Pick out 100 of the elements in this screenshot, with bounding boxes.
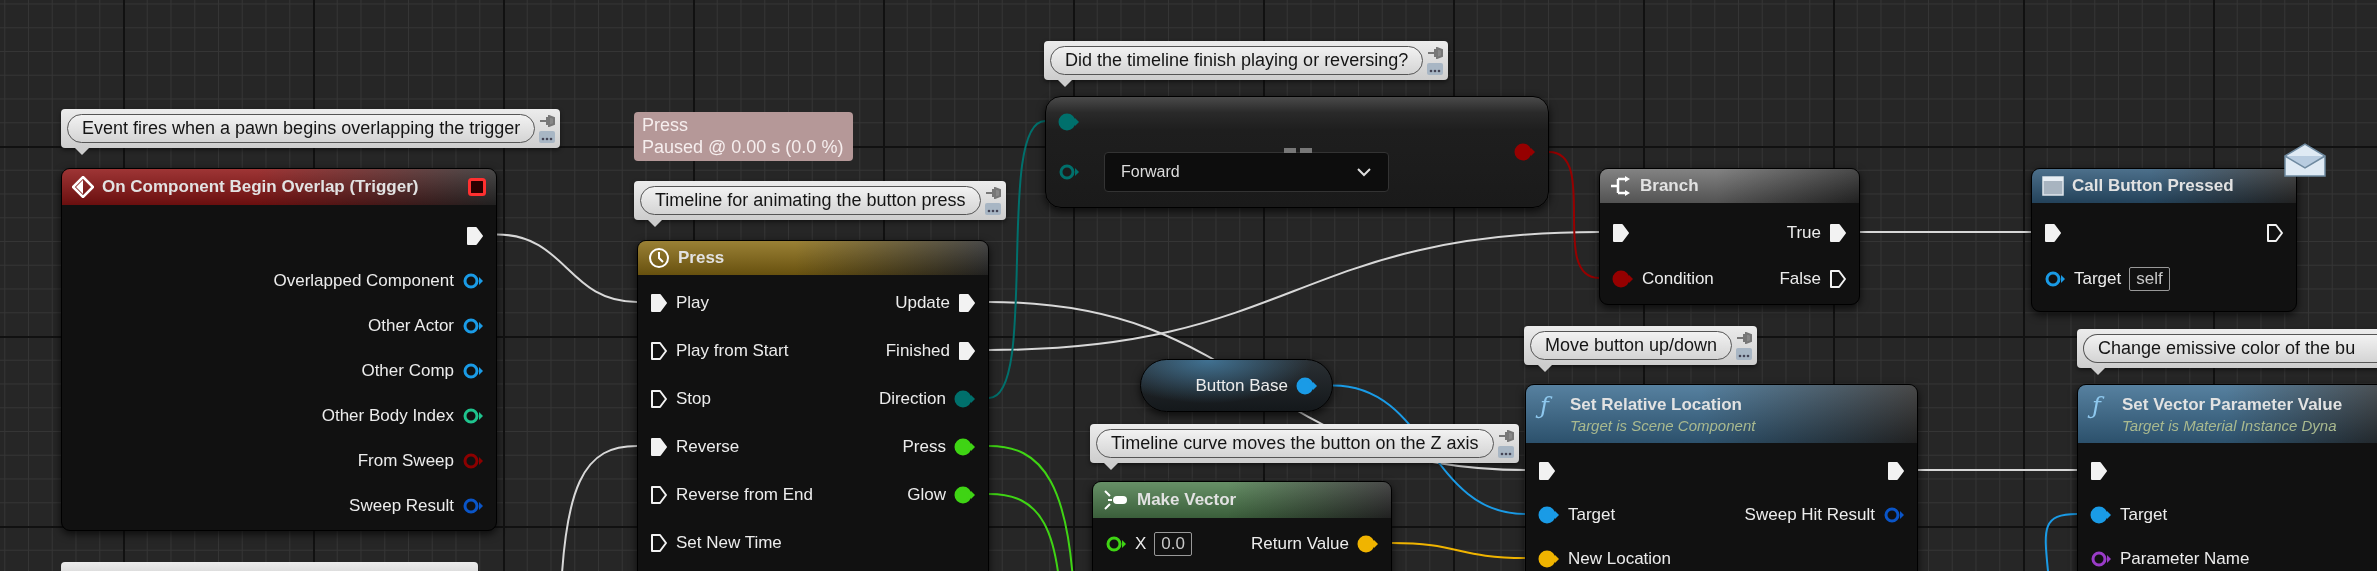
pin-label: Set New Time: [676, 533, 782, 553]
data-pin[interactable]: [462, 406, 484, 425]
exec-pin[interactable]: [2266, 223, 2284, 243]
make-node[interactable]: Make Vector X 0.0 Return Value: [1092, 481, 1392, 571]
event-node[interactable]: On Component Begin Overlap (Trigger) Overlapped Component Other Actor Other Comp Other Body Index From Sweep Sweep Result: [61, 168, 497, 531]
data-pin[interactable]: [954, 438, 976, 456]
function-node[interactable]: ƒ Set Relative Location Target is Scene Component Target New Location Sweep Hit Result: [1525, 384, 1918, 571]
exec-pin[interactable]: [958, 293, 976, 313]
node-title: Branch: [1640, 176, 1699, 196]
pin-label: Return Value: [1251, 534, 1349, 554]
debug-status: Paused @ 0.00 s (0.0 %): [642, 136, 844, 159]
data-pin[interactable]: [462, 316, 484, 335]
pin-label: Other Body Index: [321, 405, 454, 426]
exec-pin[interactable]: [650, 533, 668, 553]
value-field[interactable]: self: [2129, 267, 2170, 291]
more-icon[interactable]: [539, 130, 556, 143]
delegate-icon[interactable]: [468, 178, 486, 196]
exec-pin[interactable]: [2044, 223, 2062, 243]
pin-label: Stop: [676, 389, 711, 409]
data-pin[interactable]: [462, 361, 484, 380]
data-pin[interactable]: [462, 271, 484, 290]
comment-text: Timeline for animating the button press: [640, 186, 981, 215]
exec-pin[interactable]: [650, 437, 668, 457]
pin-icon[interactable]: [539, 114, 556, 127]
exec-pin[interactable]: [650, 293, 668, 313]
pin-label: New Location: [1568, 549, 1671, 569]
exec-pin[interactable]: [1829, 223, 1847, 243]
chevron-icon: [1356, 167, 1372, 177]
exec-pin[interactable]: [1612, 223, 1630, 243]
equals-icon: [1284, 147, 1312, 155]
comment-text: Did the timeline finish playing or reversing?: [1050, 46, 1424, 75]
pin-icon[interactable]: [1497, 429, 1514, 442]
exec-pin[interactable]: [2090, 461, 2108, 481]
node-title: Make Vector: [1137, 490, 1237, 510]
pin-icon[interactable]: [1736, 331, 1753, 344]
pin-label: Condition: [1642, 269, 1714, 289]
data-pin[interactable]: [2044, 270, 2066, 288]
node-title: Call Button Pressed: [2072, 176, 2234, 196]
node-subtitle: Target is Material Instance Dyna: [2122, 416, 2337, 434]
node-title: Set Relative Location: [1570, 394, 1742, 415]
node-title: Press: [678, 248, 725, 268]
pin-label: From Sweep: [357, 450, 454, 471]
node-subtitle: Target is Scene Component: [1570, 416, 1756, 434]
pin-label: Direction: [878, 389, 946, 409]
exec-pin[interactable]: [650, 485, 668, 505]
branch-node[interactable]: Branch Condition True False: [1599, 168, 1860, 305]
value-field[interactable]: 0.0: [1154, 532, 1192, 556]
comment-text: Timeline curve moves the button on the Z axis: [1096, 429, 1494, 458]
pin-label: Target: [2120, 505, 2168, 525]
exec-pin[interactable]: [1538, 461, 1556, 481]
pin-label: Glow: [907, 485, 946, 505]
message-node[interactable]: Call Button Pressed Target self: [2031, 168, 2297, 312]
pin-icon[interactable]: [1427, 46, 1444, 59]
make-icon: [1103, 489, 1129, 511]
envelope-icon: [2283, 142, 2327, 178]
pin-label: Other Actor: [368, 315, 454, 336]
comment-text: Event fires when a pawn begins overlapping the trigger: [67, 114, 536, 143]
data-pin[interactable]: [1357, 535, 1379, 553]
event-icon: [72, 176, 94, 198]
exec-pin[interactable]: [1887, 461, 1905, 481]
function-icon: ƒ: [1536, 391, 1555, 423]
data-pin[interactable]: [1538, 550, 1560, 568]
pin-label: Update: [895, 293, 950, 313]
function-node[interactable]: ƒ Set Vector Parameter Value Target is Material Instance Dyna Target Parameter Name: [2077, 384, 2377, 571]
data-pin[interactable]: [1296, 376, 1318, 395]
pin-icon[interactable]: [984, 186, 1001, 199]
pin-label: Reverse from End: [676, 485, 813, 505]
pin-label: Finished: [885, 341, 950, 361]
pin-label: Target: [1568, 505, 1616, 525]
enum-dropdown[interactable]: Forward: [1104, 152, 1389, 192]
function-icon: ƒ: [2088, 391, 2107, 423]
variable-node[interactable]: Button Base: [1140, 359, 1333, 412]
exec-pin[interactable]: [958, 341, 976, 361]
pin-label: Button Base: [1195, 375, 1288, 396]
more-icon[interactable]: [984, 202, 1001, 215]
node-title: On Component Begin Overlap (Trigger): [102, 177, 419, 197]
pin-label: Play from Start: [676, 341, 789, 361]
exec-pin[interactable]: [1829, 269, 1847, 289]
pin-label: Sweep Hit Result: [1744, 505, 1875, 525]
pin-label: Play: [676, 293, 710, 313]
exec-pin[interactable]: [466, 225, 484, 246]
more-icon[interactable]: [1497, 445, 1514, 458]
wire: [2044, 513, 2078, 571]
exec-pin[interactable]: [650, 341, 668, 361]
comment-text: Move button up/down: [1530, 331, 1733, 360]
data-pin[interactable]: [1538, 506, 1560, 524]
pin-label: X: [1135, 534, 1147, 554]
more-icon[interactable]: [1427, 62, 1444, 75]
exec-pin[interactable]: [650, 389, 668, 409]
pin-label: Sweep Result: [349, 495, 454, 516]
data-pin[interactable]: [2090, 506, 2112, 524]
timeline-node[interactable]: Press Play Play from Start Stop Reverse Reverse from End Set New Time Update Finished Direction Press Glow: [637, 240, 989, 571]
data-pin[interactable]: [1105, 535, 1127, 553]
window-icon: [2042, 176, 2064, 196]
pin-label: False: [1779, 269, 1821, 289]
more-icon[interactable]: [1736, 347, 1753, 360]
data-pin[interactable]: [954, 486, 976, 504]
pin-label: Press: [902, 437, 946, 457]
operator-node[interactable]: Forward: [1045, 96, 1549, 208]
node-title: Set Vector Parameter Value: [2122, 394, 2343, 415]
